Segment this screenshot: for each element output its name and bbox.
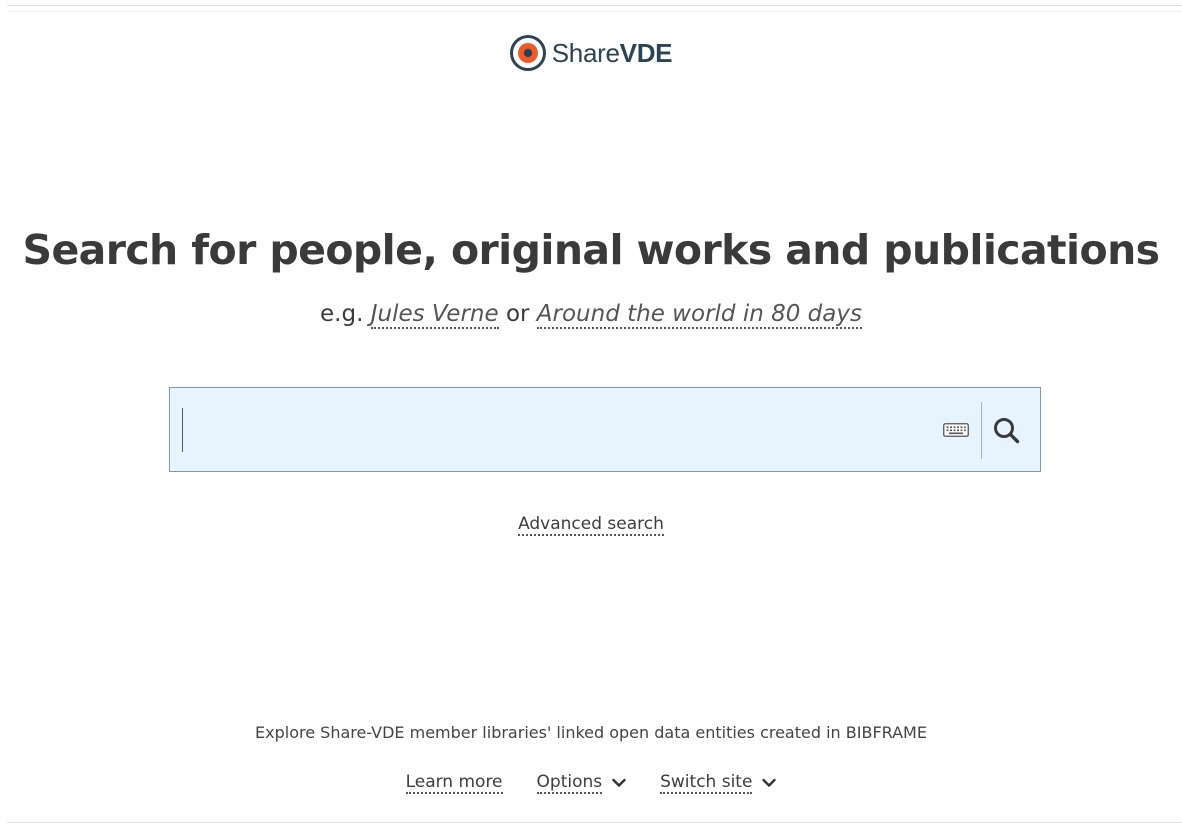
sharevde-logo-icon <box>509 35 546 71</box>
options-dropdown[interactable]: Options <box>536 772 627 794</box>
search-examples: e.g. Jules Verne or Around the world in … <box>0 301 1182 329</box>
learn-more-item[interactable]: Learn more <box>405 772 503 794</box>
example-link-jules-verne[interactable]: Jules Verne <box>370 301 499 329</box>
logo-wordmark-bold: VDE <box>619 38 673 68</box>
search-bar <box>169 387 1041 472</box>
switch-site-dropdown[interactable]: Switch site <box>660 772 777 794</box>
logo-wordmark: ShareVDE <box>551 38 673 68</box>
logo-wordmark-light: Share <box>551 38 620 68</box>
search-input[interactable] <box>182 408 927 452</box>
explore-description: Explore Share-VDE member libraries' link… <box>255 723 927 742</box>
examples-joiner: or <box>505 301 530 327</box>
example-link-around-the-world[interactable]: Around the world in 80 days <box>536 301 862 329</box>
sharevde-logo[interactable]: ShareVDE <box>0 35 1182 71</box>
search-divider <box>981 402 982 459</box>
advanced-search-row: Advanced search <box>0 514 1182 536</box>
search-icon[interactable] <box>990 414 1024 448</box>
learn-more-link[interactable]: Learn more <box>405 772 503 794</box>
page-headline: Search for people, original works and pu… <box>22 226 1161 274</box>
footer-links: Learn more Options Switch site <box>0 772 1182 794</box>
chevron-down-icon[interactable] <box>612 778 626 788</box>
switch-site-label[interactable]: Switch site <box>660 772 753 794</box>
examples-prefix: e.g. <box>320 301 364 327</box>
options-label[interactable]: Options <box>536 772 603 794</box>
chevron-down-icon[interactable] <box>762 778 777 788</box>
advanced-search-link[interactable]: Advanced search <box>518 514 664 536</box>
keyboard-icon[interactable] <box>943 421 969 439</box>
